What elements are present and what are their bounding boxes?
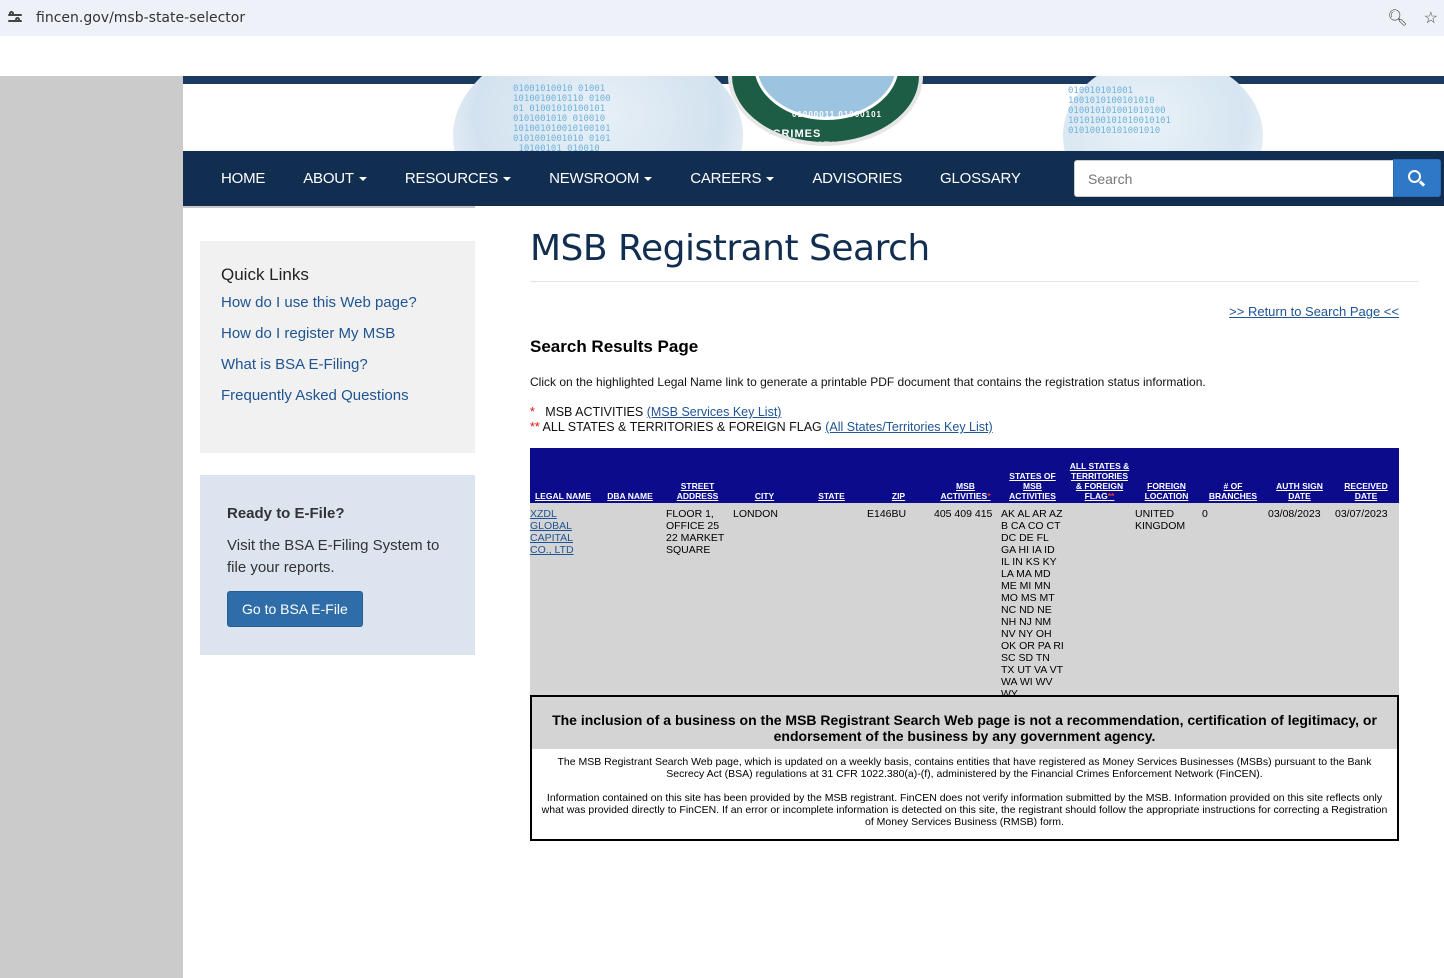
col-msb-activities[interactable]: MSB ACTIVITIES* bbox=[932, 448, 999, 503]
browser-address-bar[interactable]: fincen.gov/msb-state-selector 🔍︎ ☆ bbox=[0, 0, 1444, 36]
disclaimer-lead: The inclusion of a business on the MSB R… bbox=[552, 712, 1377, 744]
link-faq[interactable]: Frequently Asked Questions bbox=[221, 387, 454, 404]
page-top-spacer bbox=[0, 36, 1444, 76]
col-legal-name[interactable]: LEGAL NAME bbox=[530, 448, 596, 503]
page-left-gutter bbox=[0, 76, 183, 978]
col-states-of-msb-activities[interactable]: STATES OF MSB ACTIVITIES bbox=[999, 448, 1066, 503]
col-state[interactable]: STATE bbox=[798, 448, 865, 503]
search-icon bbox=[1408, 170, 1421, 183]
col-zip[interactable]: ZIP bbox=[865, 448, 932, 503]
efile-panel: Ready to E-File? Visit the BSA E-Filing … bbox=[200, 475, 475, 655]
col-street-address[interactable]: STREET ADDRESS bbox=[664, 448, 731, 503]
col-all-states-flag[interactable]: ALL STATES & TERRITORIES & FOREIGN FLAG*… bbox=[1066, 448, 1133, 503]
binary-pattern-left: 01001010010 01001 1010010010110 0100 01 … bbox=[513, 84, 611, 151]
nav-underline bbox=[183, 206, 475, 208]
nav-glossary[interactable]: GLOSSARY bbox=[940, 170, 1021, 187]
results-heading: Search Results Page bbox=[530, 337, 699, 356]
seal-text: AL CRIMES ENFORCEMENT bbox=[752, 128, 848, 146]
nav-advisories[interactable]: ADVISORIES bbox=[812, 170, 902, 187]
efile-title: Ready to E-File? bbox=[227, 505, 345, 522]
col-city[interactable]: CITY bbox=[731, 448, 798, 503]
nav-home[interactable]: HOME bbox=[221, 170, 265, 187]
msb-activities-key: * MSB ACTIVITIES (MSB Services Key List) bbox=[530, 405, 782, 419]
link-bsa-efiling[interactable]: What is BSA E-Filing? bbox=[221, 356, 454, 373]
return-to-search-link[interactable]: >> Return to Search Page << bbox=[1229, 304, 1399, 319]
quick-links-title: Quick Links bbox=[221, 265, 309, 284]
caret-down-icon bbox=[358, 176, 367, 181]
title-divider bbox=[530, 281, 1418, 282]
disclaimer-box: The inclusion of a business on the MSB R… bbox=[530, 695, 1399, 841]
col-auth-sign-date[interactable]: AUTH SIGN DATE bbox=[1266, 448, 1333, 503]
nav-about[interactable]: ABOUT bbox=[303, 170, 367, 187]
site-settings-icon[interactable] bbox=[8, 11, 24, 25]
page-title: MSB Registrant Search bbox=[530, 228, 930, 269]
go-to-efile-button[interactable]: Go to BSA E-File bbox=[227, 591, 363, 627]
bookmark-star-icon[interactable]: ☆ bbox=[1424, 8, 1438, 28]
instructions-text: Click on the highlighted Legal Name link… bbox=[530, 375, 1206, 389]
states-territories-key-link[interactable]: (All States/Territories Key List) bbox=[825, 420, 992, 434]
disclaimer-para-1: The MSB Registrant Search Web page, whic… bbox=[557, 756, 1372, 780]
legal-name-link[interactable]: XZDL GLOBAL CAPITAL CO., LTD bbox=[530, 508, 574, 556]
states-key: ** ALL STATES & TERRITORIES & FOREIGN FL… bbox=[530, 420, 993, 434]
zoom-icon[interactable]: 🔍︎ bbox=[1387, 8, 1407, 28]
fincen-seal-logo[interactable]: 01000011 01000101 AL CRIMES ENFORCEMENT bbox=[728, 76, 923, 146]
disclaimer-para-2: Information contained on this site has b… bbox=[541, 792, 1388, 828]
msb-services-key-link[interactable]: (MSB Services Key List) bbox=[647, 405, 782, 419]
quick-links-panel: Quick Links How do I use this Web page? … bbox=[200, 241, 475, 453]
col-dba-name[interactable]: DBA NAME bbox=[596, 448, 664, 503]
binary-pattern-right: 010010101001 1001010100101010 0100101010… bbox=[1068, 86, 1171, 136]
efile-text: Visit the BSA E-Filing System to file yo… bbox=[227, 537, 440, 576]
col-foreign-location[interactable]: FOREIGN LOCATION bbox=[1133, 448, 1200, 503]
search-input[interactable] bbox=[1074, 160, 1394, 197]
link-register-msb[interactable]: How do I register My MSB bbox=[221, 325, 454, 342]
nav-careers[interactable]: CAREERS bbox=[690, 170, 775, 187]
col-received-date[interactable]: RECEIVED DATE bbox=[1333, 448, 1399, 503]
url-text[interactable]: fincen.gov/msb-state-selector bbox=[36, 10, 1387, 26]
nav-newsroom[interactable]: NEWSROOM bbox=[549, 170, 653, 187]
main-nav: HOME ABOUT RESOURCES NEWSROOM CAREERS AD… bbox=[183, 151, 1444, 206]
link-use-web-page[interactable]: How do I use this Web page? bbox=[221, 294, 454, 311]
nav-resources[interactable]: RESOURCES bbox=[405, 170, 512, 187]
search-button[interactable] bbox=[1393, 159, 1441, 197]
col-branches[interactable]: # OF BRANCHES bbox=[1200, 448, 1266, 503]
caret-down-icon bbox=[503, 176, 512, 181]
table-header-row: LEGAL NAME DBA NAME STREET ADDRESS CITY … bbox=[530, 448, 1399, 503]
caret-down-icon bbox=[766, 176, 775, 181]
caret-down-icon bbox=[644, 176, 653, 181]
site-banner: 01001010010 01001 1010010010110 0100 01 … bbox=[183, 76, 1444, 151]
seal-binary-text: 01000011 01000101 bbox=[792, 110, 882, 119]
